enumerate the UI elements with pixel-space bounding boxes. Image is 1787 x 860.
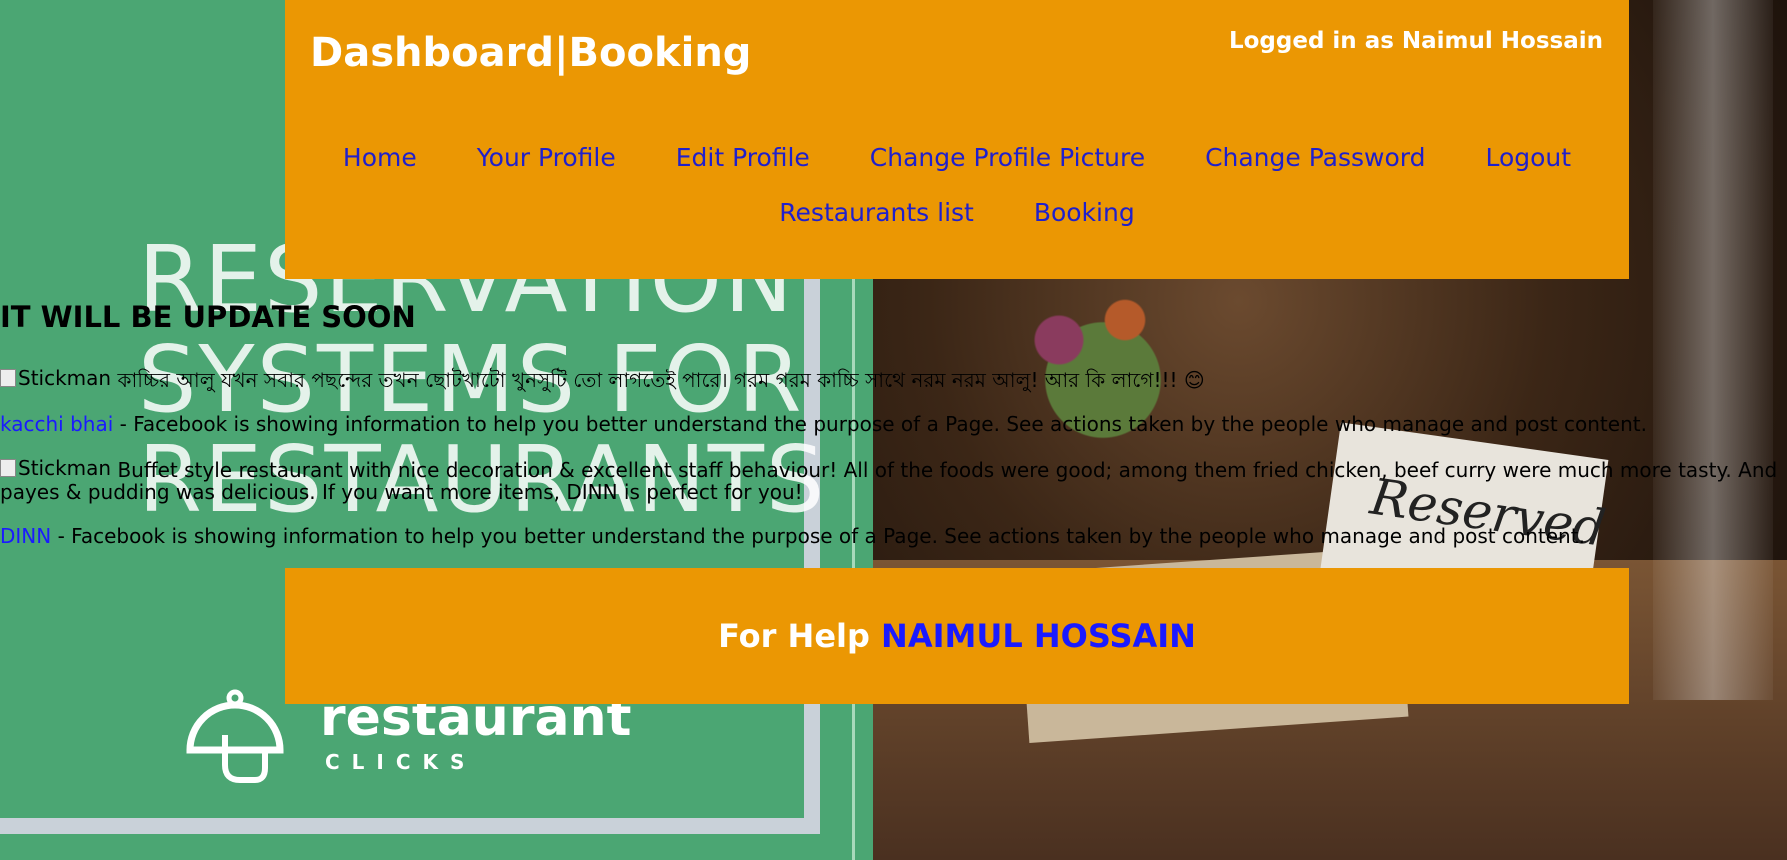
source-description: - Facebook is showing information to hel… xyxy=(113,412,1647,436)
post-text: Buffet style restaurant with nice decora… xyxy=(117,458,1778,482)
logged-in-label: Logged in as Naimul Hossain xyxy=(1228,28,1603,54)
nav-logout[interactable]: Logout xyxy=(1485,143,1571,172)
update-heading: IT WILL BE UPDATE SOON xyxy=(0,300,416,334)
source-description: - Facebook is showing information to hel… xyxy=(51,524,1585,548)
broken-image-icon xyxy=(0,369,16,387)
post-1-source: kacchi bhai - Facebook is showing inform… xyxy=(0,412,1647,436)
broken-image: Stickman xyxy=(0,366,111,390)
nav-booking[interactable]: Booking xyxy=(1034,198,1135,227)
nav-restaurants-list[interactable]: Restaurants list xyxy=(779,198,974,227)
post-text: কাচ্চির আলু যখন সবার পছন্দের তখন ছোটখাটো… xyxy=(117,368,1205,392)
nav-your-profile[interactable]: Your Profile xyxy=(477,143,616,172)
site-header: Dashboard|Booking Logged in as Naimul Ho… xyxy=(285,0,1629,279)
help-contact-link[interactable]: NAIMUL HOSSAIN xyxy=(881,617,1196,655)
nav-home[interactable]: Home xyxy=(343,143,417,172)
help-text: For Help NAIMUL HOSSAIN xyxy=(285,568,1629,704)
post-1: Stickman কাচ্চির আলু যখন সবার পছন্দের তখ… xyxy=(0,366,1205,399)
main-nav: Home Your Profile Edit Profile Change Pr… xyxy=(285,130,1629,240)
wine-glass xyxy=(1653,0,1773,700)
broken-image: Stickman xyxy=(0,456,111,480)
broken-image-icon xyxy=(0,459,16,477)
page-title: Dashboard|Booking xyxy=(310,30,752,76)
nav-change-profile-picture[interactable]: Change Profile Picture xyxy=(870,143,1145,172)
help-prefix: For Help xyxy=(718,617,870,655)
post-2-source: DINN - Facebook is showing information t… xyxy=(0,524,1585,548)
site-footer: For Help NAIMUL HOSSAIN xyxy=(285,568,1629,704)
post-2: Stickman Buffet style restaurant with ni… xyxy=(0,456,1777,482)
post-2-continued: payes & pudding was delicious. If you wa… xyxy=(0,480,803,504)
nav-edit-profile[interactable]: Edit Profile xyxy=(676,143,810,172)
cloche-hand-icon xyxy=(186,689,284,783)
image-alt-text: Stickman xyxy=(18,456,112,480)
main-content: IT WILL BE UPDATE SOON Stickman কাচ্চির … xyxy=(0,300,1787,548)
logo-subword: CLICKS xyxy=(325,750,477,774)
source-link-dinn[interactable]: DINN xyxy=(0,524,51,548)
source-link-kacchi-bhai[interactable]: kacchi bhai xyxy=(0,412,113,436)
image-alt-text: Stickman xyxy=(18,366,112,390)
nav-change-password[interactable]: Change Password xyxy=(1205,143,1425,172)
